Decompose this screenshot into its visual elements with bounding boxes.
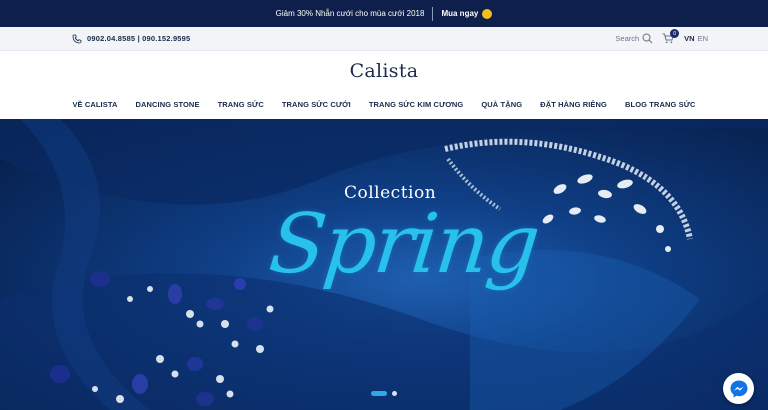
- utility-actions: Search 0 VN EN: [615, 29, 708, 44]
- nav-item-dancing-stone[interactable]: DANCING STONE: [126, 100, 208, 109]
- promo-divider: [432, 6, 434, 21]
- shop-now-label: Mua ngay: [441, 9, 479, 18]
- nav-item-jewelry[interactable]: TRANG SỨC: [209, 100, 273, 109]
- promo-text: Giảm 30% Nhẫn cưới cho mùa cưới 2018: [275, 9, 425, 18]
- site-logo[interactable]: Calista: [0, 60, 768, 82]
- nav-item-about[interactable]: VỀ CALISTA: [63, 100, 126, 109]
- nav-item-gifts[interactable]: QUÀ TẶNG: [472, 100, 531, 109]
- cart-button[interactable]: 0: [662, 29, 680, 44]
- slide-dot-1[interactable]: [371, 391, 387, 396]
- search-button[interactable]: Search: [615, 33, 653, 44]
- search-icon: [642, 33, 653, 44]
- cart-count-badge: 0: [670, 29, 680, 38]
- language-en[interactable]: EN: [698, 34, 708, 43]
- messenger-icon: [730, 380, 747, 397]
- main-nav: VỀ CALISTA DANCING STONE TRANG SỨC TRANG…: [0, 100, 768, 109]
- search-label: Search: [615, 34, 640, 43]
- slide-dot-2[interactable]: [392, 391, 397, 396]
- shop-now-link[interactable]: Mua ngay: [441, 8, 493, 19]
- hero-title: Spring: [265, 197, 543, 292]
- shop-now-dot-icon: [482, 8, 493, 19]
- contact-phones: 0902.04.8585 | 090.152.9595: [72, 34, 190, 44]
- utility-bar: 0902.04.8585 | 090.152.9595 Search 0 VN …: [0, 27, 768, 51]
- language-vn[interactable]: VN: [684, 34, 694, 43]
- hero-banner[interactable]: Collection Spring: [0, 119, 768, 410]
- promo-bar: Giảm 30% Nhẫn cưới cho mùa cưới 2018 Mua…: [0, 0, 768, 27]
- messenger-chat-button[interactable]: [723, 373, 754, 404]
- slider-pagination: [371, 391, 397, 396]
- nav-item-wedding-jewelry[interactable]: TRANG SỨC CƯỚI: [273, 100, 360, 109]
- nav-item-custom-order[interactable]: ĐẶT HÀNG RIÊNG: [531, 100, 616, 109]
- phone-icon: [72, 34, 82, 43]
- nav-item-blog[interactable]: BLOG TRANG SỨC: [616, 100, 705, 109]
- phone-numbers: 0902.04.8585 | 090.152.9595: [87, 34, 191, 43]
- nav-item-diamond-jewelry[interactable]: TRANG SỨC KIM CƯƠNG: [360, 100, 473, 109]
